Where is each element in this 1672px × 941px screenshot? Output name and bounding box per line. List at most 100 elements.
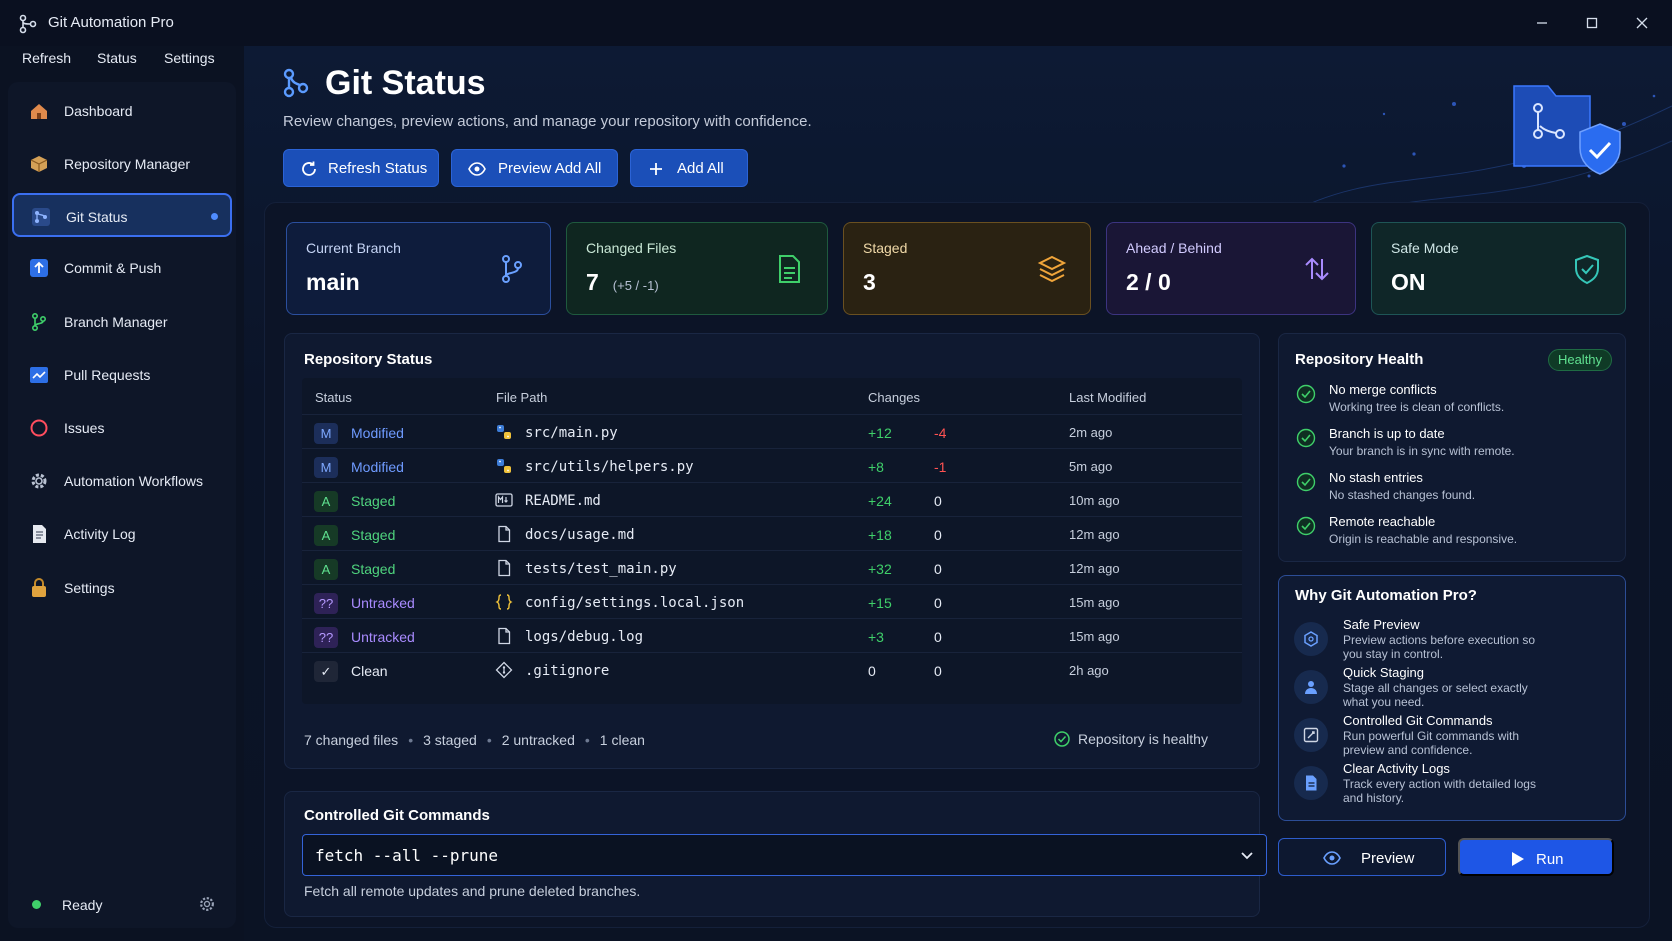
close-button[interactable] [1630, 12, 1654, 34]
refresh-icon [302, 161, 316, 176]
sidebar-item-automation-workflows[interactable]: Automation Workflows [12, 459, 232, 503]
health-item-title: No merge conflicts [1329, 382, 1437, 397]
column-header-file-path: File Path [496, 390, 548, 405]
health-item: No stash entries No stashed changes foun… [1296, 470, 1616, 514]
sidebar-item-git-status[interactable]: Git Status [12, 193, 232, 237]
repository-healthy-note: Repository is healthy [1054, 731, 1208, 747]
table-row[interactable]: ?? Untracked config/settings.local.json … [302, 584, 1242, 620]
layers-icon [1037, 255, 1067, 283]
stat-label: Ahead / Behind [1126, 240, 1222, 256]
healthy-badge: Healthy [1548, 349, 1612, 371]
eye-icon [468, 162, 486, 176]
why-item-desc: Run powerful Git commands with preview a… [1343, 729, 1520, 757]
add-all-button[interactable]: Add All [630, 149, 748, 187]
deletions: 0 [934, 493, 942, 509]
menu-settings[interactable]: Settings [164, 50, 215, 66]
sidebar-item-label: Commit & Push [64, 260, 162, 276]
sidebar-item-dashboard[interactable]: Dashboard [12, 89, 232, 133]
file-icon [498, 525, 511, 543]
additions: +3 [868, 629, 884, 645]
status-badge: ?? [314, 593, 338, 614]
status-badge: M [314, 423, 338, 444]
status-badge: ✓ [314, 661, 338, 682]
table-row[interactable]: A Staged docs/usage.md +18 0 12m ago [302, 516, 1242, 552]
minimize-button[interactable] [1530, 12, 1554, 34]
refresh-status-label: Refresh Status [328, 160, 428, 177]
file-path: src/main.py [525, 425, 618, 441]
additions: 0 [868, 663, 876, 679]
app-window: Git Automation Pro Refresh Status Settin… [0, 0, 1672, 941]
git-status-icon [32, 208, 50, 226]
sidebar-item-pull-requests[interactable]: Pull Requests [12, 353, 232, 397]
box-icon [30, 156, 48, 172]
status-text: Staged [351, 493, 396, 509]
last-modified: 12m ago [1069, 561, 1120, 576]
menu-status[interactable]: Status [97, 50, 137, 66]
deletions: 0 [934, 663, 942, 679]
status-badge: ?? [314, 627, 338, 648]
deletions: 0 [934, 629, 942, 645]
file-path: tests/test_main.py [525, 561, 677, 577]
file-status-table: Status File Path Changes Last Modified M… [302, 378, 1242, 704]
sidebar-item-repository-manager[interactable]: Repository Manager [12, 142, 232, 186]
sidebar-item-branch-manager[interactable]: Branch Manager [12, 300, 232, 344]
chevron-down-icon[interactable] [1240, 848, 1254, 862]
menu-refresh[interactable]: Refresh [22, 50, 71, 66]
sidebar-item-activity-log[interactable]: Activity Log [12, 512, 232, 556]
preview-add-all-label: Preview Add All [498, 160, 602, 177]
preview-button[interactable]: Preview [1278, 838, 1446, 876]
status-text: Modified [351, 425, 404, 441]
stat-label: Changed Files [586, 240, 677, 256]
file-icon [498, 627, 511, 645]
settings-gear-icon[interactable] [198, 895, 216, 913]
preview-add-all-button[interactable]: Preview Add All [451, 149, 618, 187]
last-modified: 2h ago [1069, 663, 1109, 678]
markdown-icon [495, 493, 513, 507]
edit-square-icon [1303, 727, 1319, 743]
health-item: Remote reachable Origin is reachable and… [1296, 514, 1616, 558]
health-item: Branch is up to date Your branch is in s… [1296, 426, 1616, 470]
sidebar: Dashboard Repository Manager Git Status … [8, 82, 236, 920]
sidebar-item-label: Dashboard [64, 103, 133, 119]
table-row[interactable]: ?? Untracked logs/debug.log +3 0 15m ago [302, 618, 1242, 654]
additions: +8 [868, 459, 884, 475]
why-item-title: Quick Staging [1343, 665, 1424, 680]
sidebar-item-commit-push[interactable]: Commit & Push [12, 246, 232, 290]
why-item-title: Controlled Git Commands [1343, 713, 1493, 728]
python-icon [497, 425, 511, 439]
last-modified: 10m ago [1069, 493, 1120, 508]
check-circle-icon [1296, 516, 1316, 536]
git-command-input[interactable] [302, 834, 1267, 876]
play-icon [1512, 852, 1524, 866]
deletions: -1 [934, 459, 947, 475]
sidebar-item-issues[interactable]: Issues [12, 406, 232, 450]
health-item: No merge conflicts Working tree is clean… [1296, 382, 1616, 426]
table-row[interactable]: M Modified src/utils/helpers.py +8 -1 5m… [302, 448, 1242, 484]
stat-card-changed-files: Changed Files 7 (+5 / -1) [566, 222, 828, 315]
table-row[interactable]: M Modified src/main.py +12 -4 2m ago [302, 414, 1242, 450]
table-row[interactable]: ✓ Clean .gitignore 0 0 2h ago [302, 652, 1242, 688]
stat-value-number: 7 [586, 269, 599, 295]
column-header-changes: Changes [868, 390, 921, 405]
run-button[interactable]: Run [1458, 838, 1614, 876]
repository-health-title: Repository Health [1295, 351, 1424, 368]
deletions: 0 [934, 561, 942, 577]
git-status-header-icon [283, 68, 309, 98]
why-item-desc: Stage all changes or select exactly what… [1343, 681, 1528, 709]
health-item-title: Branch is up to date [1329, 426, 1445, 441]
refresh-status-button[interactable]: Refresh Status [283, 149, 439, 187]
why-item-title: Safe Preview [1343, 617, 1420, 632]
table-row[interactable]: A Staged README.md +24 0 10m ago [302, 482, 1242, 518]
stat-value: ON [1391, 269, 1426, 295]
python-icon [497, 459, 511, 473]
sidebar-item-settings[interactable]: Settings [12, 566, 232, 610]
table-row[interactable]: A Staged tests/test_main.py +32 0 12m ag… [302, 550, 1242, 586]
why-item: Safe Preview Preview actions before exec… [1294, 617, 1614, 667]
health-item-desc: Your branch is in sync with remote. [1329, 444, 1515, 458]
maximize-button[interactable] [1580, 12, 1604, 34]
stat-card-ahead-behind: Ahead / Behind 2 / 0 [1106, 222, 1356, 315]
summary-staged: 3 staged [423, 732, 477, 748]
why-item-icon-wrap [1294, 766, 1328, 800]
git-diamond-icon [495, 661, 513, 679]
status-badge: A [314, 491, 338, 512]
